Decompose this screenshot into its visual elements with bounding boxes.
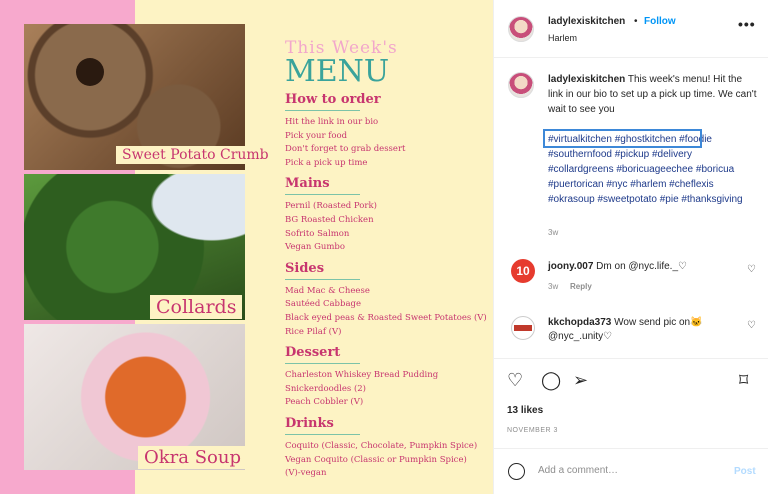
comment: kkchopda373 Wow send pic on🐱 @nyc_.unity…	[548, 316, 738, 344]
menu-rule	[285, 433, 360, 435]
menu-section-title: Mains	[285, 176, 330, 192]
menu-item: (V)-vegan	[285, 468, 327, 479]
post-sidebar: ladylexiskitchen • Follow Harlem ••• lad…	[493, 0, 768, 494]
menu-item: Don't forget to grab dessert	[285, 144, 406, 155]
menu-item: Mad Mac & Cheese	[285, 285, 370, 296]
menu-section-title: Dessert	[285, 345, 341, 361]
menu-item: Sofrito Salmon	[285, 228, 350, 239]
like-count[interactable]: 13 likes	[507, 405, 543, 416]
more-options-icon[interactable]: •••	[738, 16, 756, 32]
post-actions: ♡ ◯ ➢ ⌑ 13 likes NOVEMBER 3	[494, 358, 768, 448]
menu-item: Charleston Whiskey Bread Pudding	[285, 370, 439, 381]
caption: ladylexiskitchen This week's menu! Hit t…	[548, 72, 758, 117]
menu-rule	[285, 363, 360, 365]
emoji-icon[interactable]	[508, 463, 525, 480]
avatar[interactable]: 10	[511, 259, 535, 283]
avatar[interactable]	[511, 316, 535, 340]
comment-text: Dm on @nyc.life._♡	[596, 261, 687, 272]
comment: joony.007 Dm on @nyc.life._♡	[548, 260, 738, 274]
reply-button[interactable]: Reply	[570, 282, 592, 291]
menu-item: Coquito (Classic, Chocolate, Pumpkin Spi…	[285, 440, 478, 451]
comment-username[interactable]: joony.007	[548, 261, 593, 272]
menu-title-big: MENU	[285, 54, 390, 89]
menu-item: Sautéed Cabbage	[285, 299, 361, 310]
menu-item: BG Roasted Chicken	[285, 214, 374, 225]
avatar[interactable]	[508, 72, 534, 98]
comment-like-heart-icon[interactable]: ♡	[747, 264, 756, 275]
add-comment-input[interactable]	[538, 465, 708, 476]
caption-username[interactable]: ladylexiskitchen	[548, 74, 625, 85]
caption-time[interactable]: 3w	[548, 228, 558, 237]
post-date: NOVEMBER 3	[507, 427, 558, 434]
avatar[interactable]	[508, 16, 534, 42]
menu-item: Snickerdoodles (2)	[285, 383, 366, 394]
header-username[interactable]: ladylexiskitchen	[548, 16, 625, 27]
menu-rule	[285, 194, 360, 196]
post-image[interactable]: Sweet Potato Crumb Collards Okra Soup Th…	[0, 0, 493, 494]
menu-text: This Week's MENU How to order Hit the li…	[285, 38, 487, 481]
separator-dot: •	[634, 16, 638, 27]
post-header: ladylexiskitchen • Follow Harlem •••	[494, 0, 768, 58]
menu-item: Pernil (Roasted Pork)	[285, 201, 377, 212]
share-icon[interactable]: ➢	[573, 371, 588, 389]
menu-item: Pick your food	[285, 130, 348, 141]
bookmark-icon[interactable]: ⌑	[739, 371, 748, 389]
comment-time[interactable]: 3w	[548, 282, 558, 291]
menu-item: Hit the link in our bio	[285, 117, 379, 127]
menu-rule	[285, 110, 360, 111]
caption-collards: Collards	[150, 295, 243, 319]
menu-rule	[285, 278, 360, 280]
highlight-box	[543, 129, 702, 148]
caption-sweet-potato-crumb: Sweet Potato Crumb	[116, 146, 275, 164]
add-comment-bar: Post	[494, 448, 768, 494]
location-link[interactable]: Harlem	[548, 33, 577, 43]
post-button[interactable]: Post	[734, 466, 756, 477]
menu-item: Pick a pick up time	[285, 157, 368, 168]
menu-item: Rice Pilaf (V)	[285, 326, 342, 337]
menu-section-title: Drinks	[285, 415, 334, 431]
menu-item: Vegan Gumbo	[285, 242, 345, 253]
comment-icon[interactable]: ◯	[541, 371, 561, 389]
comment-username[interactable]: kkchopda373	[548, 317, 611, 328]
caption-okra-soup: Okra Soup	[138, 446, 248, 469]
heart-outline-icon[interactable]: ♡	[507, 371, 523, 389]
menu-item: Peach Cobbler (V)	[285, 397, 364, 408]
menu-section-title: Sides	[285, 260, 325, 276]
menu-item: Black eyed peas & Roasted Sweet Potatoes…	[285, 312, 487, 323]
follow-button[interactable]: Follow	[644, 16, 676, 27]
menu-section-title: How to order	[285, 92, 381, 107]
comment-like-heart-icon[interactable]: ♡	[747, 320, 756, 331]
menu-item: Vegan Coquito (Classic or Pumpkin Spice)	[285, 454, 467, 465]
